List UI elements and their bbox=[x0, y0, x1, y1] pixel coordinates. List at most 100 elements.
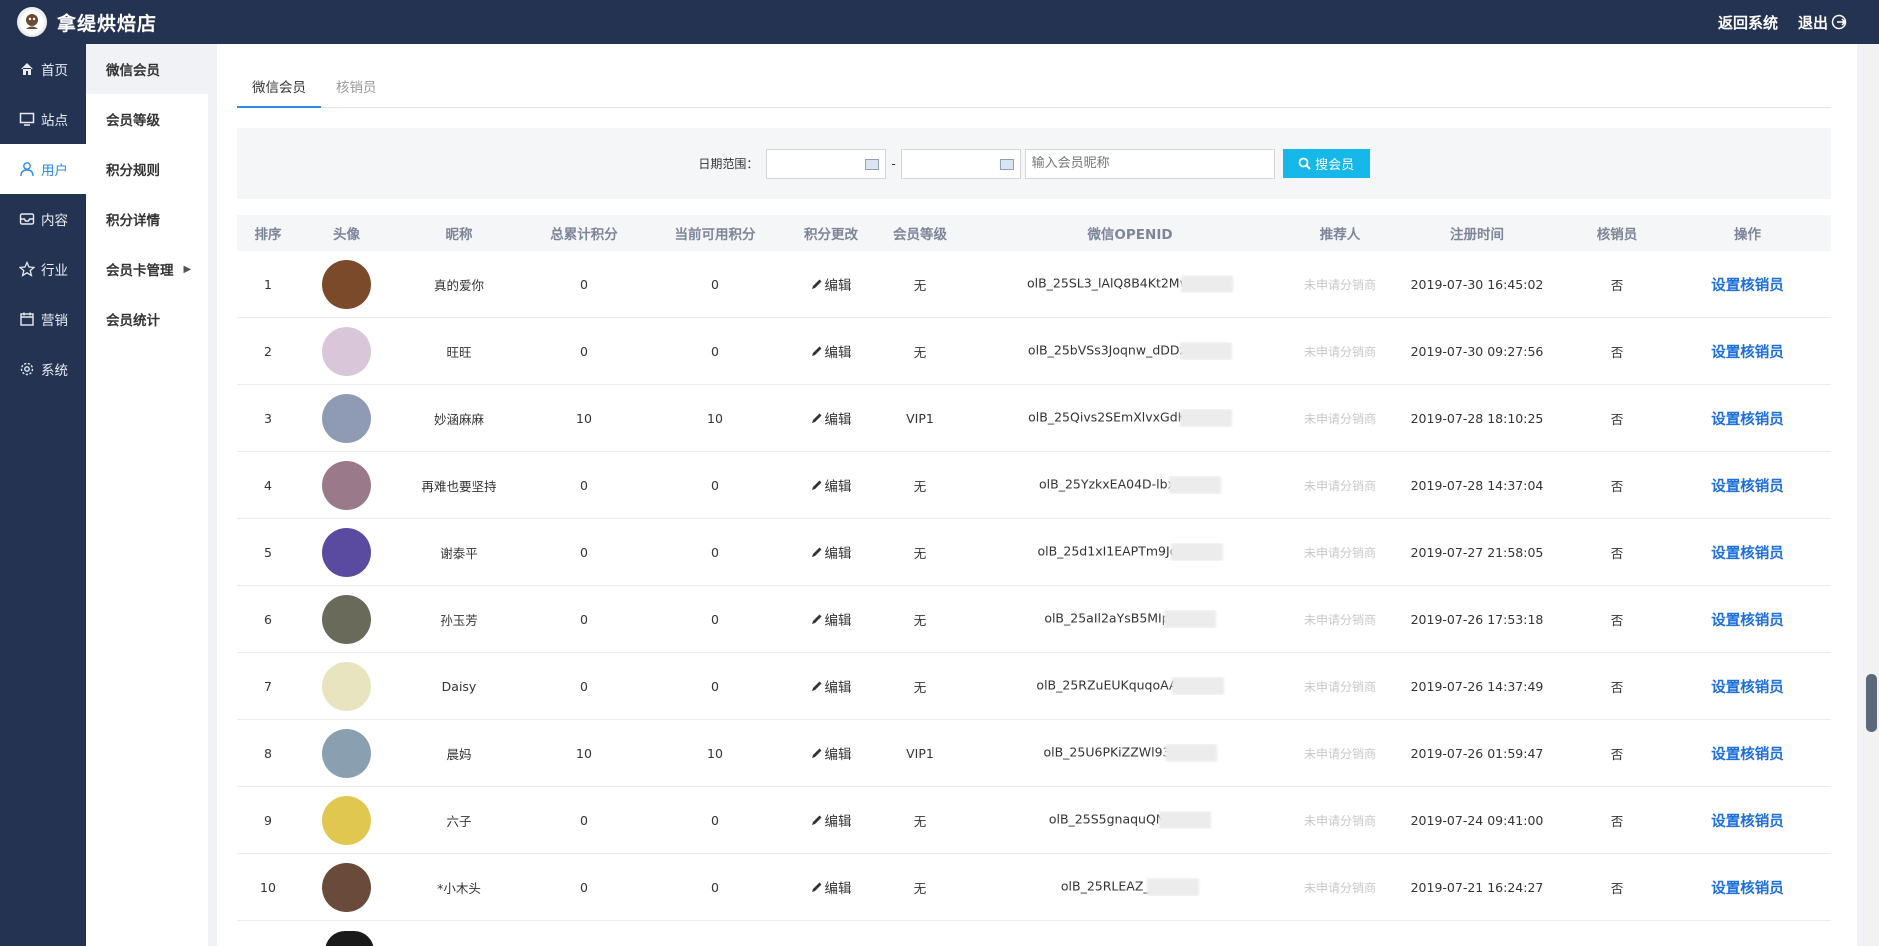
edit-points-button[interactable]: 编辑 bbox=[811, 810, 852, 830]
set-writeoff-button[interactable]: 设置核销员 bbox=[1711, 814, 1784, 830]
action-cell: 设置核销员 bbox=[1664, 475, 1831, 496]
subnav-item-points-rules[interactable]: 积分规则 bbox=[86, 144, 208, 194]
rank-cell: 9 bbox=[264, 812, 272, 828]
avatar bbox=[322, 460, 371, 510]
referrer-text: 未申请分销商 bbox=[1303, 545, 1376, 560]
set-writeoff-button[interactable]: 设置核销员 bbox=[1711, 613, 1784, 629]
referrer-cell: 未申请分销商 bbox=[1296, 678, 1384, 695]
avatar bbox=[322, 326, 371, 376]
back-to-system-link[interactable]: 返回系统 bbox=[1718, 12, 1778, 33]
inbox-icon bbox=[19, 213, 35, 225]
referrer-cell: 未申请分销商 bbox=[1296, 477, 1384, 494]
edit-points-button[interactable]: 编辑 bbox=[811, 877, 852, 897]
edit-points-cell: 编辑 bbox=[786, 408, 876, 428]
page-scrollbar[interactable] bbox=[1864, 44, 1879, 946]
subnav-item-points-detail[interactable]: 积分详情 bbox=[86, 194, 208, 244]
set-writeoff-button[interactable]: 设置核销员 bbox=[1711, 747, 1784, 763]
sidebar-item-user[interactable]: 用户 bbox=[0, 144, 86, 194]
avatar-cell bbox=[299, 862, 394, 912]
pencil-icon bbox=[811, 681, 821, 691]
openid-text: olB_25S5gnaquQN bbox=[1048, 811, 1166, 827]
openid-cell: olB_25S5gnaquQN bbox=[964, 811, 1296, 829]
tab-wechat-member[interactable]: 微信会员 bbox=[237, 64, 321, 108]
pencil-icon bbox=[811, 279, 821, 289]
set-writeoff-button[interactable]: 设置核销员 bbox=[1711, 412, 1784, 428]
action-cell: 设置核销员 bbox=[1664, 542, 1831, 563]
writeoff-cell: 否 bbox=[1610, 746, 1624, 762]
subnav-item-member-stats[interactable]: 会员统计 bbox=[86, 294, 208, 344]
column-header: 微信OPENID bbox=[1087, 227, 1173, 243]
store-logo bbox=[17, 7, 47, 37]
avatar-cell bbox=[299, 259, 394, 309]
set-writeoff-button[interactable]: 设置核销员 bbox=[1711, 881, 1784, 897]
logout-label: 退出 bbox=[1797, 13, 1828, 32]
openid-cell: olB_25SL3_lAlQ8B4Kt2Mv bbox=[964, 275, 1296, 293]
nickname-cell: 晨妈 bbox=[446, 746, 472, 762]
edit-points-button[interactable]: 编辑 bbox=[811, 676, 852, 696]
referrer-text: 未申请分销商 bbox=[1303, 344, 1376, 359]
pencil-icon bbox=[811, 815, 821, 825]
action-cell: 设置核销员 bbox=[1664, 274, 1831, 295]
subnav-item-wechat-member[interactable]: 微信会员 bbox=[86, 44, 208, 94]
calendar-icon bbox=[865, 158, 880, 170]
set-writeoff-button[interactable]: 设置核销员 bbox=[1711, 278, 1784, 294]
member-table: 排序 头像 昵称 总累计积分 当前可用积分 积分更改 会员等级 微信OPENID… bbox=[237, 215, 1831, 946]
end-date-input[interactable] bbox=[900, 148, 1021, 179]
set-writeoff-button[interactable]: 设置核销员 bbox=[1711, 546, 1784, 562]
tab-writeoff-staff[interactable]: 核销员 bbox=[321, 64, 392, 108]
openid-text: olB_25RLEAZ_l bbox=[1060, 878, 1154, 894]
home-icon bbox=[21, 63, 33, 75]
openid-text: olB_25Qivs2SEmXlvxGdK bbox=[1028, 409, 1186, 425]
current-points-cell: 0 bbox=[711, 611, 719, 627]
scrollbar-thumb[interactable] bbox=[1866, 674, 1877, 732]
current-points-cell: 10 bbox=[707, 745, 723, 761]
subnav-item-member-card[interactable]: 会员卡管理 ▶ bbox=[86, 244, 208, 294]
set-writeoff-button[interactable]: 设置核销员 bbox=[1711, 680, 1784, 696]
writeoff-cell: 否 bbox=[1610, 813, 1624, 829]
avatar bbox=[322, 393, 371, 443]
openid-cell: olB_25Qivs2SEmXlvxGdK bbox=[964, 409, 1296, 427]
table-row: 8 晨妈 10 10 编辑 VIP1 olB_25U6PKiZZWl93 未申请分销商 2019… bbox=[237, 720, 1831, 787]
pencil-icon bbox=[811, 547, 821, 557]
edit-points-button[interactable]: 编辑 bbox=[811, 542, 852, 562]
openid-text: olB_25RZuEUKquqoAA bbox=[1036, 677, 1178, 693]
column-header: 头像 bbox=[333, 227, 360, 243]
column-header: 总累计积分 bbox=[550, 227, 618, 243]
action-cell: 设置核销员 bbox=[1664, 743, 1831, 764]
sidebar-item-site[interactable]: 站点 bbox=[0, 94, 86, 144]
nickname-search-input[interactable] bbox=[1024, 148, 1275, 179]
avatar-cell bbox=[299, 594, 394, 644]
start-date-input[interactable] bbox=[766, 148, 887, 179]
sidebar-item-system[interactable]: 系统 bbox=[0, 344, 86, 394]
referrer-cell: 未申请分销商 bbox=[1296, 611, 1384, 628]
referrer-text: 未申请分销商 bbox=[1303, 411, 1376, 426]
logout-link[interactable]: 退出 bbox=[1798, 12, 1847, 33]
edit-points-button[interactable]: 编辑 bbox=[811, 609, 852, 629]
set-writeoff-button[interactable]: 设置核销员 bbox=[1711, 345, 1784, 361]
search-member-button[interactable]: 搜会员 bbox=[1282, 149, 1370, 178]
openid-cell: olB_25RZuEUKquqoAA bbox=[964, 677, 1296, 695]
avatar-cell bbox=[299, 661, 394, 711]
openid-cell: olB_25d1xI1EAPTm9Jc bbox=[964, 543, 1296, 561]
edit-points-button[interactable]: 编辑 bbox=[811, 475, 852, 495]
pencil-icon bbox=[811, 882, 821, 892]
set-writeoff-button[interactable]: 设置核销员 bbox=[1711, 479, 1784, 495]
edit-label: 编辑 bbox=[824, 412, 852, 428]
sidebar-item-industry[interactable]: 行业 bbox=[0, 244, 86, 294]
sidebar-item-home[interactable]: 首页 bbox=[0, 44, 86, 94]
edit-points-button[interactable]: 编辑 bbox=[811, 743, 852, 763]
sidebar-item-marketing[interactable]: 营销 bbox=[0, 294, 86, 344]
total-points-cell: 0 bbox=[580, 611, 588, 627]
table-row: 4 再难也要坚持 0 0 编辑 无 olB_25YzkxEA04D-lbx 未申请分销商 201… bbox=[237, 452, 1831, 519]
subnav-item-member-level[interactable]: 会员等级 bbox=[86, 94, 208, 144]
avatar-cell bbox=[299, 393, 394, 443]
level-cell: 无 bbox=[913, 478, 927, 494]
redaction-blur bbox=[1147, 878, 1200, 896]
sidebar-item-content[interactable]: 内容 bbox=[0, 194, 86, 244]
edit-points-button[interactable]: 编辑 bbox=[811, 274, 852, 294]
register-time-cell: 2019-07-30 09:27:56 bbox=[1410, 343, 1544, 359]
edit-points-button[interactable]: 编辑 bbox=[811, 408, 852, 428]
action-cell: 设置核销员 bbox=[1664, 877, 1831, 898]
edit-points-button[interactable]: 编辑 bbox=[811, 341, 852, 361]
total-points-cell: 10 bbox=[576, 745, 592, 761]
